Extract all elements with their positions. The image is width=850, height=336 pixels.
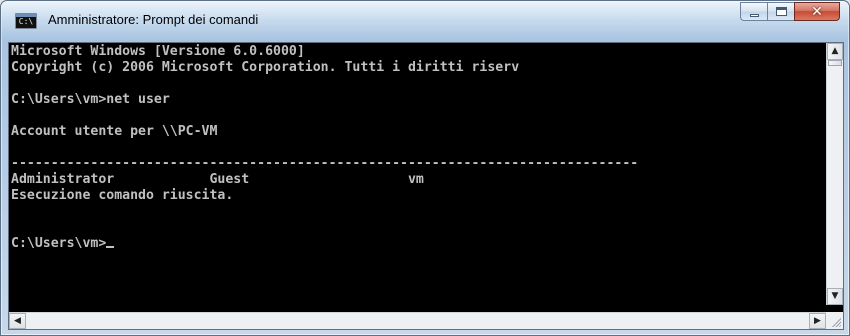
- scroll-right-button[interactable]: ▶: [809, 313, 826, 329]
- console-icon[interactable]: C:\: [15, 13, 37, 29]
- console-line: C:\Users\vm>net user: [11, 92, 170, 107]
- title-bar[interactable]: C:\ Amministratore: Prompt dei comandi ✕: [1, 1, 849, 41]
- console-icon-label: C:\: [18, 17, 34, 26]
- horizontal-scrollbar[interactable]: ◀ ▶: [9, 312, 826, 329]
- scroll-down-button[interactable]: ▼: [827, 288, 843, 305]
- resize-grip-icon: [831, 317, 841, 327]
- window-title: Amministratore: Prompt dei comandi: [48, 12, 259, 27]
- console-line: Esecuzione comando riuscita.: [11, 188, 234, 203]
- maximize-icon: [776, 7, 787, 16]
- console-line: Administrator Guest vm: [11, 172, 424, 187]
- arrow-down-icon: ▼: [831, 291, 839, 301]
- minimize-button[interactable]: [740, 2, 767, 21]
- text-cursor: [106, 246, 115, 248]
- console-line: Account utente per \\PC-VM: [11, 124, 218, 139]
- console-output[interactable]: Microsoft Windows [Versione 6.0.6000] Co…: [9, 43, 818, 305]
- console-separator-line: ----------------------------------------…: [11, 156, 639, 171]
- command-prompt-window: C:\ Amministratore: Prompt dei comandi ✕…: [0, 0, 850, 336]
- scroll-up-button[interactable]: ▲: [827, 43, 843, 60]
- prompt-line[interactable]: C:\Users\vm>: [11, 236, 818, 252]
- console-client-area: Microsoft Windows [Versione 6.0.6000] Co…: [8, 42, 844, 330]
- prompt-text: C:\Users\vm>: [11, 236, 107, 251]
- vertical-scrollbar[interactable]: ▲ ▼: [826, 43, 843, 305]
- caption-buttons: ✕: [740, 2, 840, 22]
- size-grip-corner[interactable]: [826, 312, 843, 329]
- maximize-button[interactable]: [767, 2, 794, 21]
- close-button[interactable]: ✕: [794, 2, 840, 21]
- scroll-left-button[interactable]: ◀: [9, 313, 26, 329]
- close-icon: ✕: [811, 4, 823, 20]
- arrow-right-icon: ▶: [814, 316, 821, 326]
- vertical-scroll-thumb[interactable]: [828, 60, 842, 66]
- arrow-left-icon: ◀: [14, 316, 21, 326]
- console-line: Copyright (c) 2006 Microsoft Corporation…: [11, 60, 520, 75]
- arrow-up-icon: ▲: [831, 46, 839, 56]
- minimize-icon: [750, 14, 759, 17]
- console-line: Microsoft Windows [Versione 6.0.6000]: [11, 44, 305, 59]
